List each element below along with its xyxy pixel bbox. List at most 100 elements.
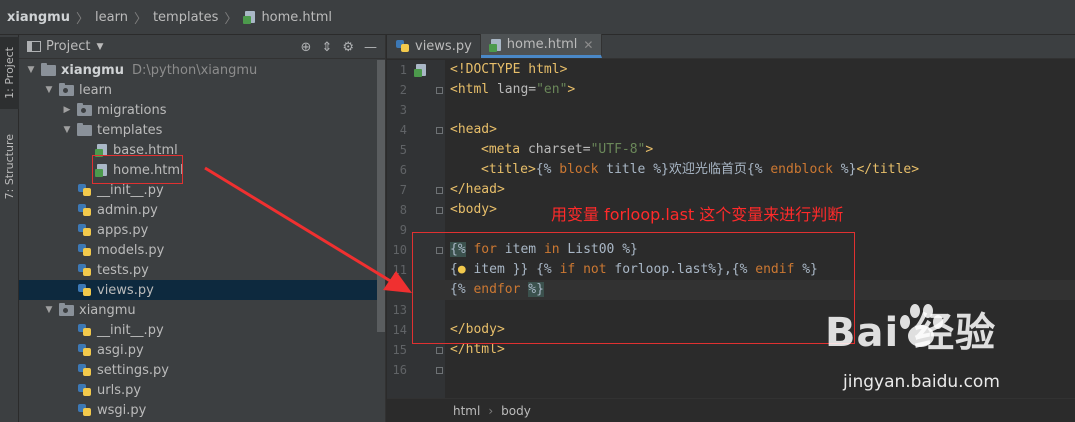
fold-marker[interactable] xyxy=(436,347,443,354)
breadcrumb-html[interactable]: html xyxy=(453,404,480,418)
code-token: title %}欢迎光临首页{% xyxy=(598,162,771,177)
tab-home-html[interactable]: home.html ✕ xyxy=(480,34,603,58)
tree-root-label: xiangmu xyxy=(61,62,124,78)
tab-label: views.py xyxy=(415,38,472,54)
code-token: </html> xyxy=(450,342,505,357)
line-number: 9 xyxy=(399,223,407,237)
html-file-icon xyxy=(414,63,430,77)
python-file-icon xyxy=(77,363,92,377)
fold-marker[interactable] xyxy=(436,127,443,134)
paw-icon xyxy=(900,304,943,347)
tree-item-label: __init__.py xyxy=(97,322,164,338)
code-line-2: <html lang="en"> xyxy=(450,80,575,100)
highlight-box-code xyxy=(412,232,855,344)
tree-item-learn[interactable]: ▼ learn xyxy=(19,80,377,100)
folder-icon xyxy=(77,122,92,136)
line-number: 4 xyxy=(399,123,407,137)
tree-item-urls-py[interactable]: urls.py xyxy=(19,380,377,400)
structure-tool-tab[interactable]: 7: Structure xyxy=(0,127,19,207)
code-token: <html xyxy=(450,82,497,97)
tree-item-wsgi-py[interactable]: wsgi.py xyxy=(19,400,377,420)
tree-item-label: migrations xyxy=(97,102,167,118)
chevron-down-icon[interactable]: ▼ xyxy=(25,65,37,75)
code-token: charset= xyxy=(527,142,591,157)
breadcrumb-separator: 〉 xyxy=(133,11,147,27)
tree-root-path: D:\python\xiangmu xyxy=(131,62,258,78)
tree-item-views-py[interactable]: views.py xyxy=(19,280,377,300)
fold-marker[interactable] xyxy=(436,87,443,94)
breadcrumb-learn[interactable]: learn xyxy=(95,0,128,35)
breadcrumb-body[interactable]: body xyxy=(501,404,531,418)
minimize-icon[interactable]: — xyxy=(364,40,377,55)
line-number: 8 xyxy=(399,203,407,217)
tree-item-label: tests.py xyxy=(97,262,149,278)
python-file-icon xyxy=(77,183,92,197)
python-file-icon xyxy=(77,243,92,257)
code-token: "en" xyxy=(536,82,568,97)
breadcrumb-project[interactable]: xiangmu xyxy=(7,0,70,35)
structure-tool-tab-label: 7: Structure xyxy=(3,134,16,200)
breadcrumb-separator: 〉 xyxy=(75,11,89,27)
tree-item-home-html[interactable]: home.html xyxy=(19,160,377,180)
tree-item-label: urls.py xyxy=(97,382,142,398)
tree-item-label: settings.py xyxy=(97,362,169,378)
tree-item-label: asgi.py xyxy=(97,342,144,358)
code-token: > xyxy=(645,142,654,157)
tree-item-label: views.py xyxy=(97,282,154,298)
close-icon[interactable]: ✕ xyxy=(583,38,593,52)
editor-gutter: 1 2 3 4 5 6 7 8 9 10 11 12 13 14 15 16 xyxy=(387,60,445,398)
tree-item-migrations[interactable]: ▶ migrations xyxy=(19,100,377,120)
line-number: 15 xyxy=(392,343,407,357)
tree-item-admin-py[interactable]: admin.py xyxy=(19,200,377,220)
tree-item-label: models.py xyxy=(97,242,165,258)
fold-marker[interactable] xyxy=(436,187,443,194)
fold-marker[interactable] xyxy=(436,367,443,374)
chevron-down-icon[interactable]: ▼ xyxy=(43,305,55,315)
collapse-all-icon[interactable]: ⇕ xyxy=(321,40,332,55)
fold-marker[interactable] xyxy=(436,207,443,214)
project-panel-title[interactable]: Project xyxy=(46,39,90,54)
code-line-8: <body> xyxy=(450,200,497,220)
project-view-icon xyxy=(27,41,41,52)
code-token: <!DOCTYPE html> xyxy=(450,62,568,77)
project-tool-tab[interactable]: 1: Project xyxy=(0,37,19,109)
breadcrumb-file[interactable]: home.html xyxy=(243,0,332,35)
package-folder-icon xyxy=(59,302,74,316)
code-token: <meta xyxy=(481,142,528,157)
navigation-bar: xiangmu 〉 learn 〉 templates 〉 home.html xyxy=(0,0,1075,35)
line-number: 7 xyxy=(399,183,407,197)
tree-item-xiangmu[interactable]: ▼ xiangmu xyxy=(19,300,377,320)
code-token: %} xyxy=(832,162,857,177)
tree-item-templates[interactable]: ▼ templates xyxy=(19,120,377,140)
project-tool-tab-label: 1: Project xyxy=(3,47,16,99)
gear-icon[interactable]: ⚙ xyxy=(342,40,354,55)
tree-item-init-py[interactable]: __init__.py xyxy=(19,320,377,340)
tree-item-asgi-py[interactable]: asgi.py xyxy=(19,340,377,360)
tree-item-tests-py[interactable]: tests.py xyxy=(19,260,377,280)
chevron-down-icon[interactable]: ▼ xyxy=(43,85,55,95)
project-panel: Project ▼ ⊕ ⇕ ⚙ — ▼ xiangmu D:\python\xian… xyxy=(19,35,386,422)
python-file-icon xyxy=(77,283,92,297)
chevron-down-icon[interactable]: ▼ xyxy=(61,125,73,135)
code-token: > xyxy=(567,82,576,97)
folder-icon xyxy=(41,62,56,76)
tree-root[interactable]: ▼ xiangmu D:\python\xiangmu xyxy=(19,60,377,80)
breadcrumb-templates[interactable]: templates xyxy=(153,0,218,35)
tree-item-settings-py[interactable]: settings.py xyxy=(19,360,377,380)
locate-icon[interactable]: ⊕ xyxy=(301,40,312,55)
tree-item-base-html[interactable]: base.html xyxy=(19,140,377,160)
tree-item-init-py[interactable]: __init__.py xyxy=(19,180,377,200)
line-number: 11 xyxy=(392,263,407,277)
code-token: lang= xyxy=(496,82,537,97)
package-folder-icon xyxy=(59,82,74,96)
tab-views-py[interactable]: views.py xyxy=(387,34,481,58)
tree-item-apps-py[interactable]: apps.py xyxy=(19,220,377,240)
chevron-down-icon[interactable]: ▼ xyxy=(96,42,103,52)
line-number: 6 xyxy=(399,163,407,177)
tree-scrollbar[interactable] xyxy=(377,60,385,332)
code-token: "UTF-8" xyxy=(590,142,646,157)
tree-item-models-py[interactable]: models.py xyxy=(19,240,377,260)
line-number: 10 xyxy=(392,243,407,257)
tree-item-label: xiangmu xyxy=(79,302,136,318)
chevron-right-icon[interactable]: ▶ xyxy=(61,105,73,115)
